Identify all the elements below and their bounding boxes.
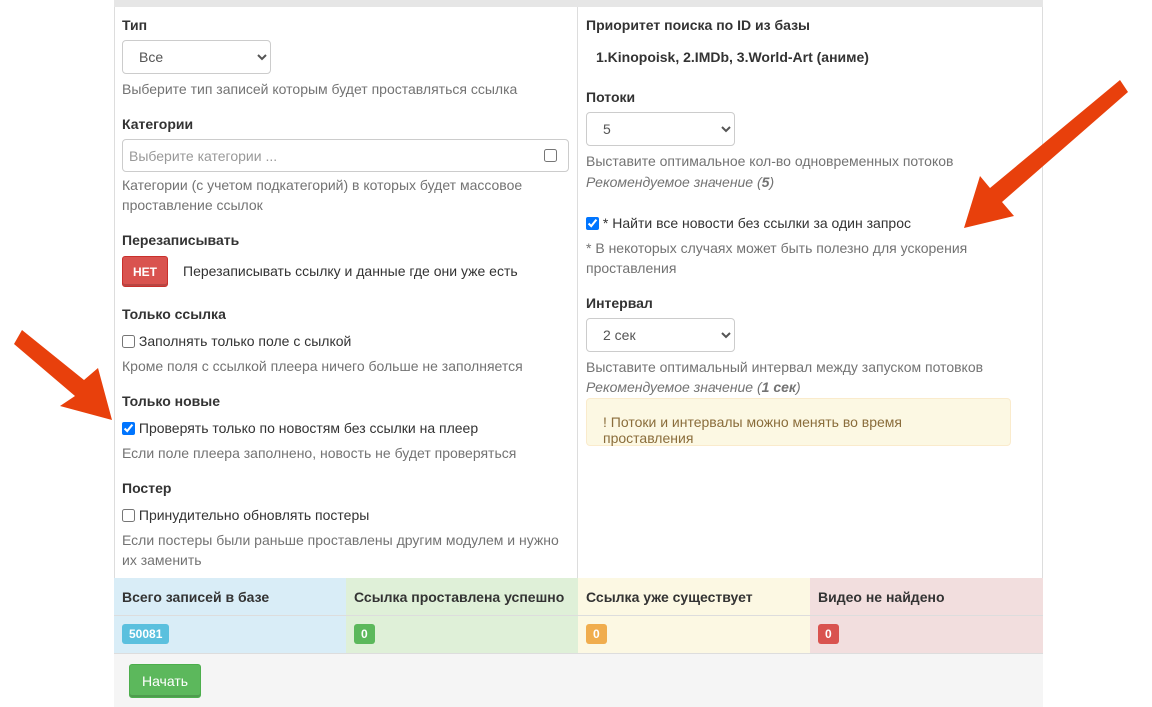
arrow-right <box>964 80 1128 228</box>
annotation-arrows <box>14 80 1128 420</box>
arrow-left <box>14 330 112 420</box>
